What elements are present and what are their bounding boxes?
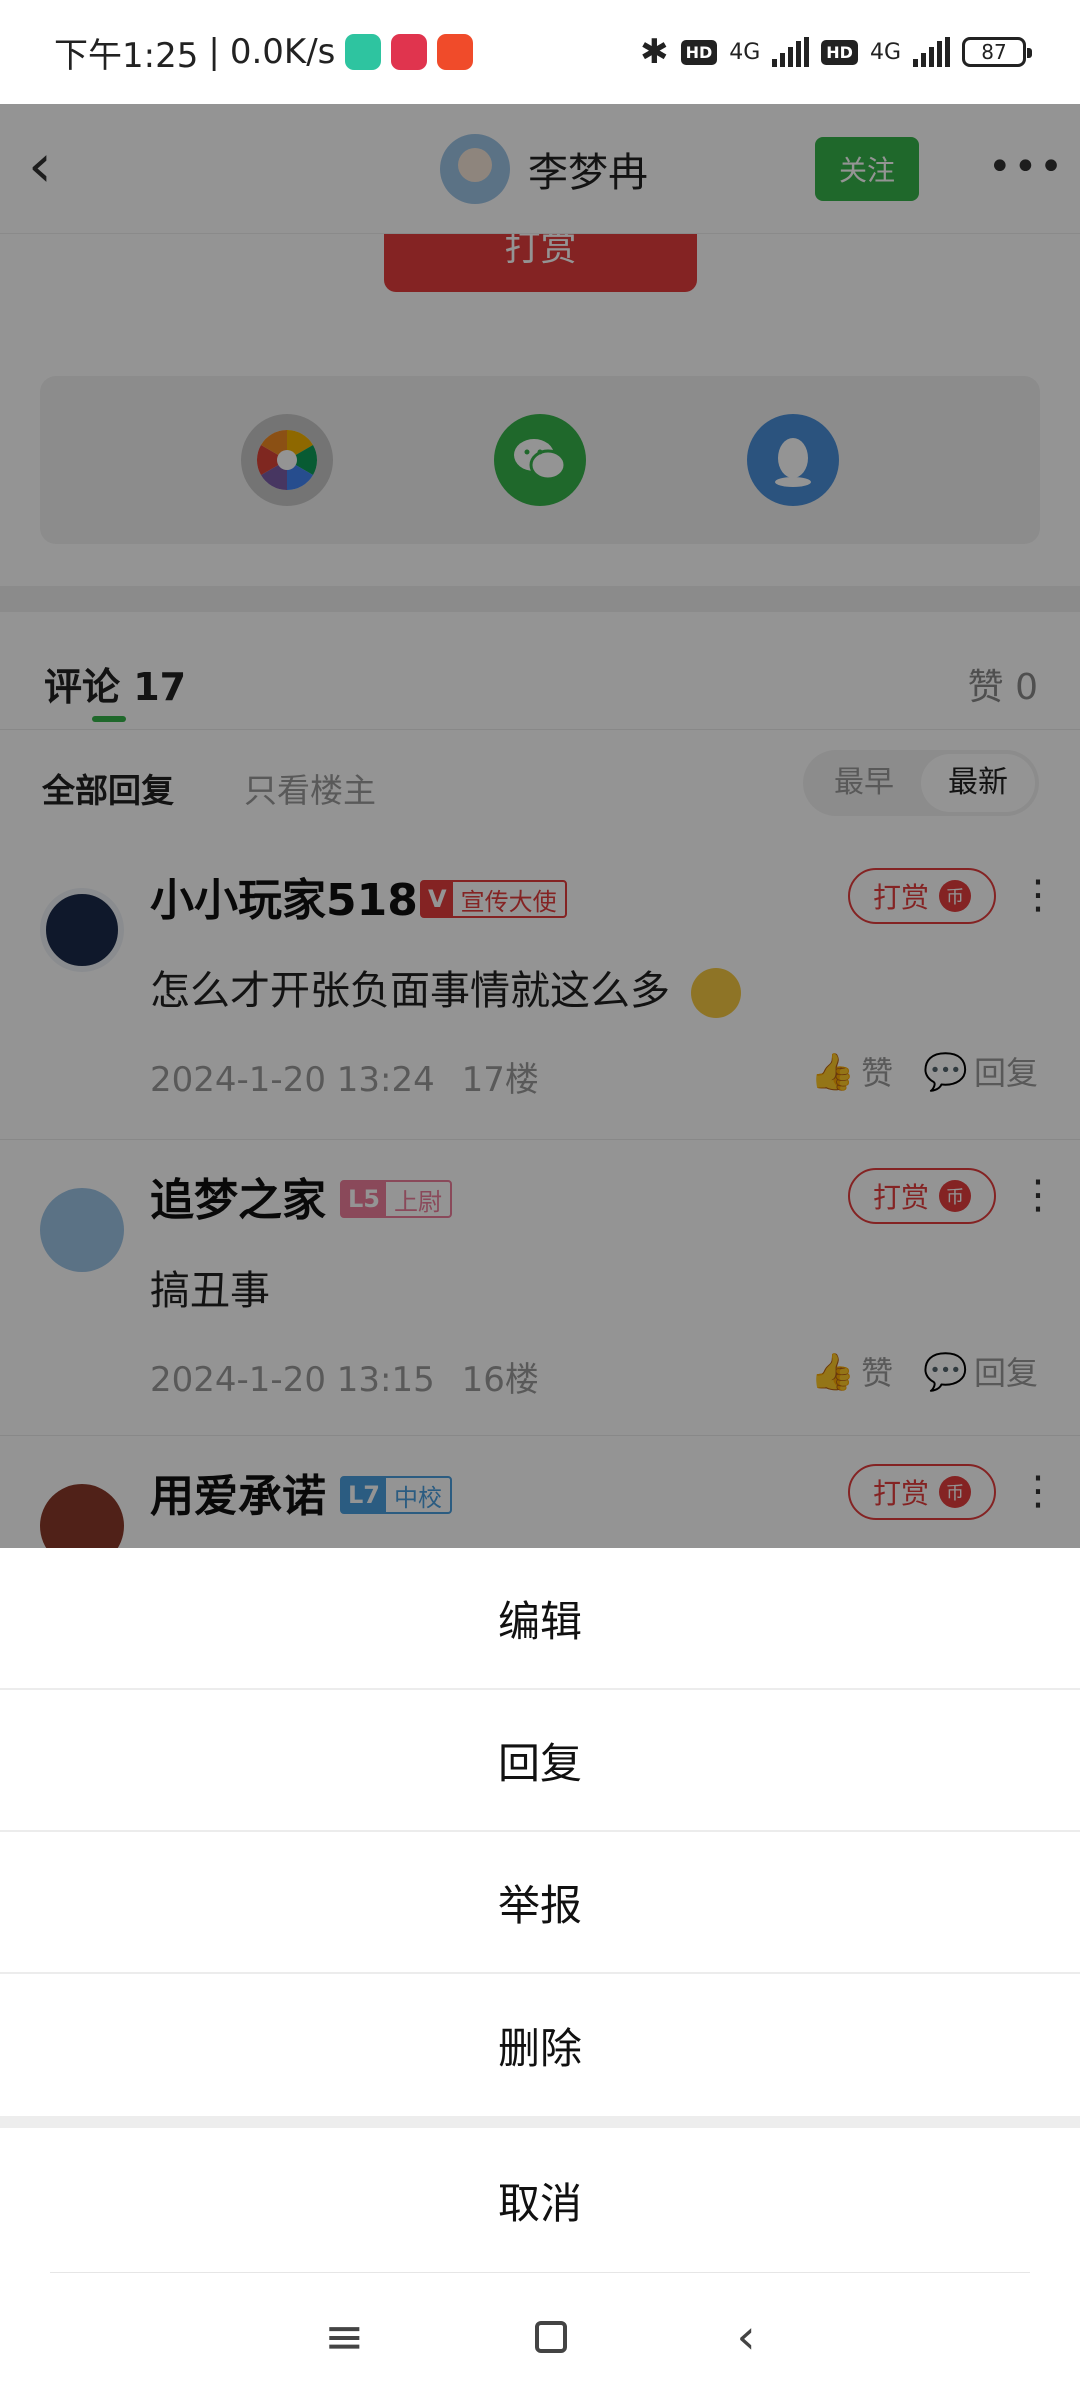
battery-icon: 87 [962,37,1032,67]
home-icon[interactable] [534,2321,567,2353]
edit-option[interactable]: 编辑 [0,1548,1080,1690]
report-option[interactable]: 举报 [0,1832,1080,1974]
status-bar: 下午1:25 | 0.0K/s ✱ HD 4G HD 4G 87 [0,0,1080,104]
bluetooth-icon: ✱ [640,32,669,72]
cancel-button[interactable]: 取消 [0,2128,1080,2272]
battery-level: 87 [981,40,1007,64]
status-separator: | [208,32,220,72]
hd-icon: HD [680,39,718,65]
modal-backdrop[interactable] [0,104,1080,1548]
hd-icon: HD [821,39,858,65]
app-notification-icon [437,34,474,70]
signal-icon [913,37,950,67]
status-time: 下午1:25 [54,35,199,76]
back-icon[interactable]: ‹ [737,2309,756,2365]
delete-option[interactable]: 删除 [0,1974,1080,2116]
network-type-label: 4G [869,39,901,65]
status-speed: 0.0K/s [229,32,336,72]
network-type-label: 4G [729,39,761,65]
sheet-separator [0,2116,1080,2128]
signal-icon [772,37,810,67]
app-notification-icon [391,34,428,70]
system-nav-bar: ≡ ‹ [0,2273,1080,2400]
action-sheet: 编辑 回复 举报 删除 取消 ≡ ‹ [0,1548,1080,2400]
menu-icon[interactable]: ≡ [324,2309,364,2365]
app-notification-icon [345,34,382,70]
reply-option[interactable]: 回复 [0,1690,1080,1832]
